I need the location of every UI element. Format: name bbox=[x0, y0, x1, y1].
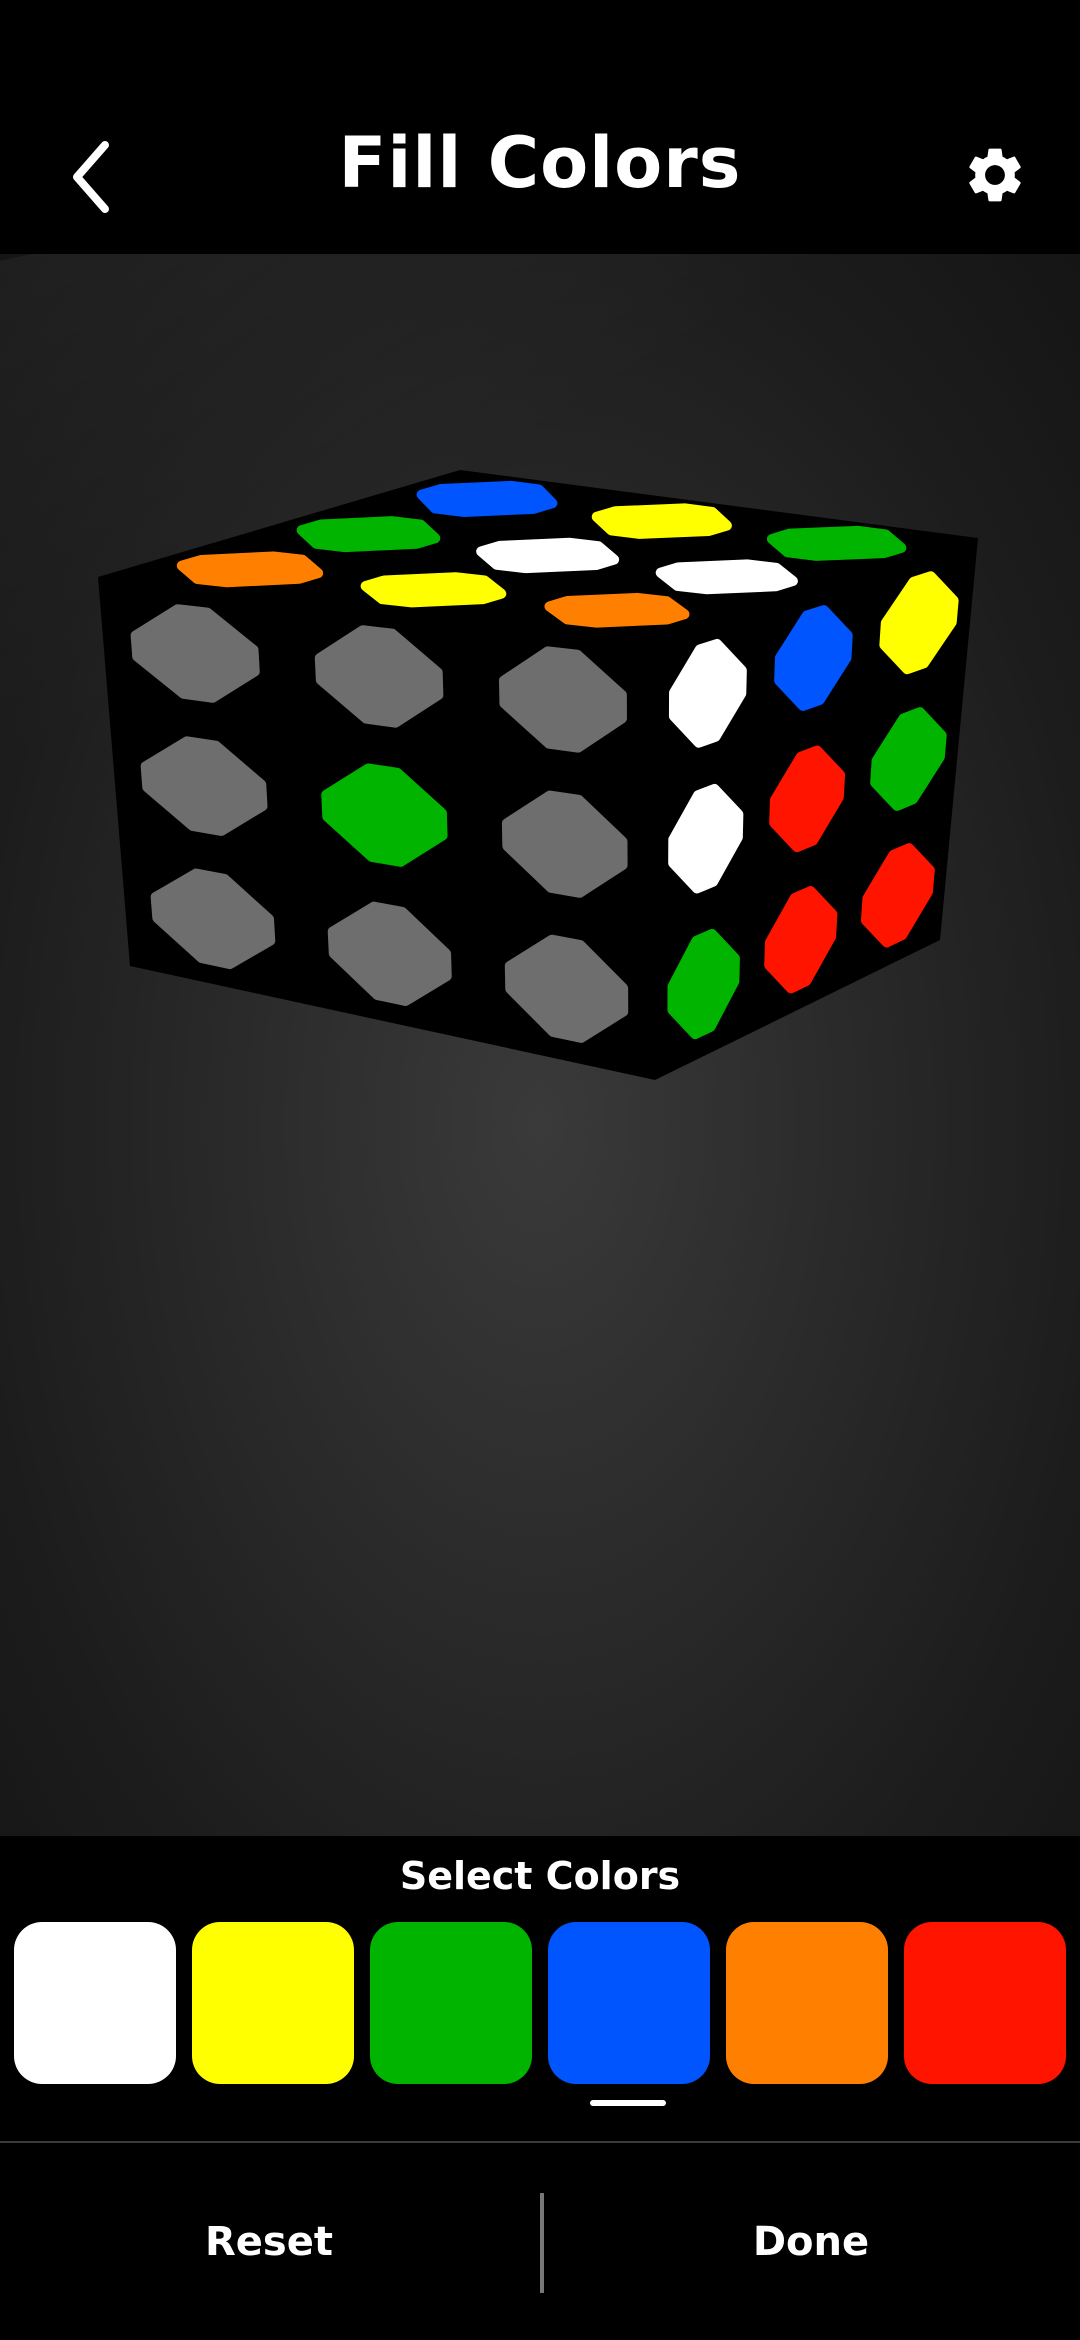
bottom-bar: Reset Done bbox=[0, 2143, 1080, 2340]
color-palette: Select Colors bbox=[0, 1836, 1080, 2142]
top-sticker-2-0[interactable] bbox=[544, 592, 690, 628]
header: Fill Colors bbox=[0, 92, 1080, 254]
reset-button[interactable]: Reset bbox=[0, 2143, 538, 2340]
selected-swatch-indicator bbox=[590, 2100, 666, 2106]
top-sticker-2-1[interactable] bbox=[655, 559, 798, 595]
swatch-white[interactable] bbox=[14, 1922, 176, 2084]
swatch-yellow[interactable] bbox=[192, 1922, 354, 2084]
top-sticker-0-1[interactable] bbox=[296, 516, 441, 553]
swatch-red[interactable] bbox=[904, 1922, 1066, 2084]
rubiks-cube[interactable] bbox=[0, 254, 1080, 1836]
swatch-row bbox=[14, 1922, 1074, 2086]
top-sticker-0-0[interactable] bbox=[176, 551, 324, 588]
palette-title: Select Colors bbox=[399, 1854, 681, 1898]
gear-icon bbox=[969, 148, 1021, 202]
page-title: Fill Colors bbox=[338, 122, 742, 204]
cube-viewport[interactable] bbox=[0, 254, 1080, 1836]
settings-button[interactable] bbox=[950, 130, 1040, 220]
top-sticker-1-0[interactable] bbox=[360, 572, 507, 608]
swatch-blue[interactable] bbox=[548, 1922, 710, 2084]
done-button[interactable]: Done bbox=[542, 2143, 1080, 2340]
top-sticker-2-2[interactable] bbox=[766, 525, 907, 561]
top-sticker-1-1[interactable] bbox=[476, 537, 620, 574]
top-sticker-1-2[interactable] bbox=[591, 503, 732, 539]
swatch-green[interactable] bbox=[370, 1922, 532, 2084]
swatch-orange[interactable] bbox=[726, 1922, 888, 2084]
status-bar bbox=[0, 0, 1080, 92]
top-sticker-0-2[interactable] bbox=[416, 480, 558, 517]
